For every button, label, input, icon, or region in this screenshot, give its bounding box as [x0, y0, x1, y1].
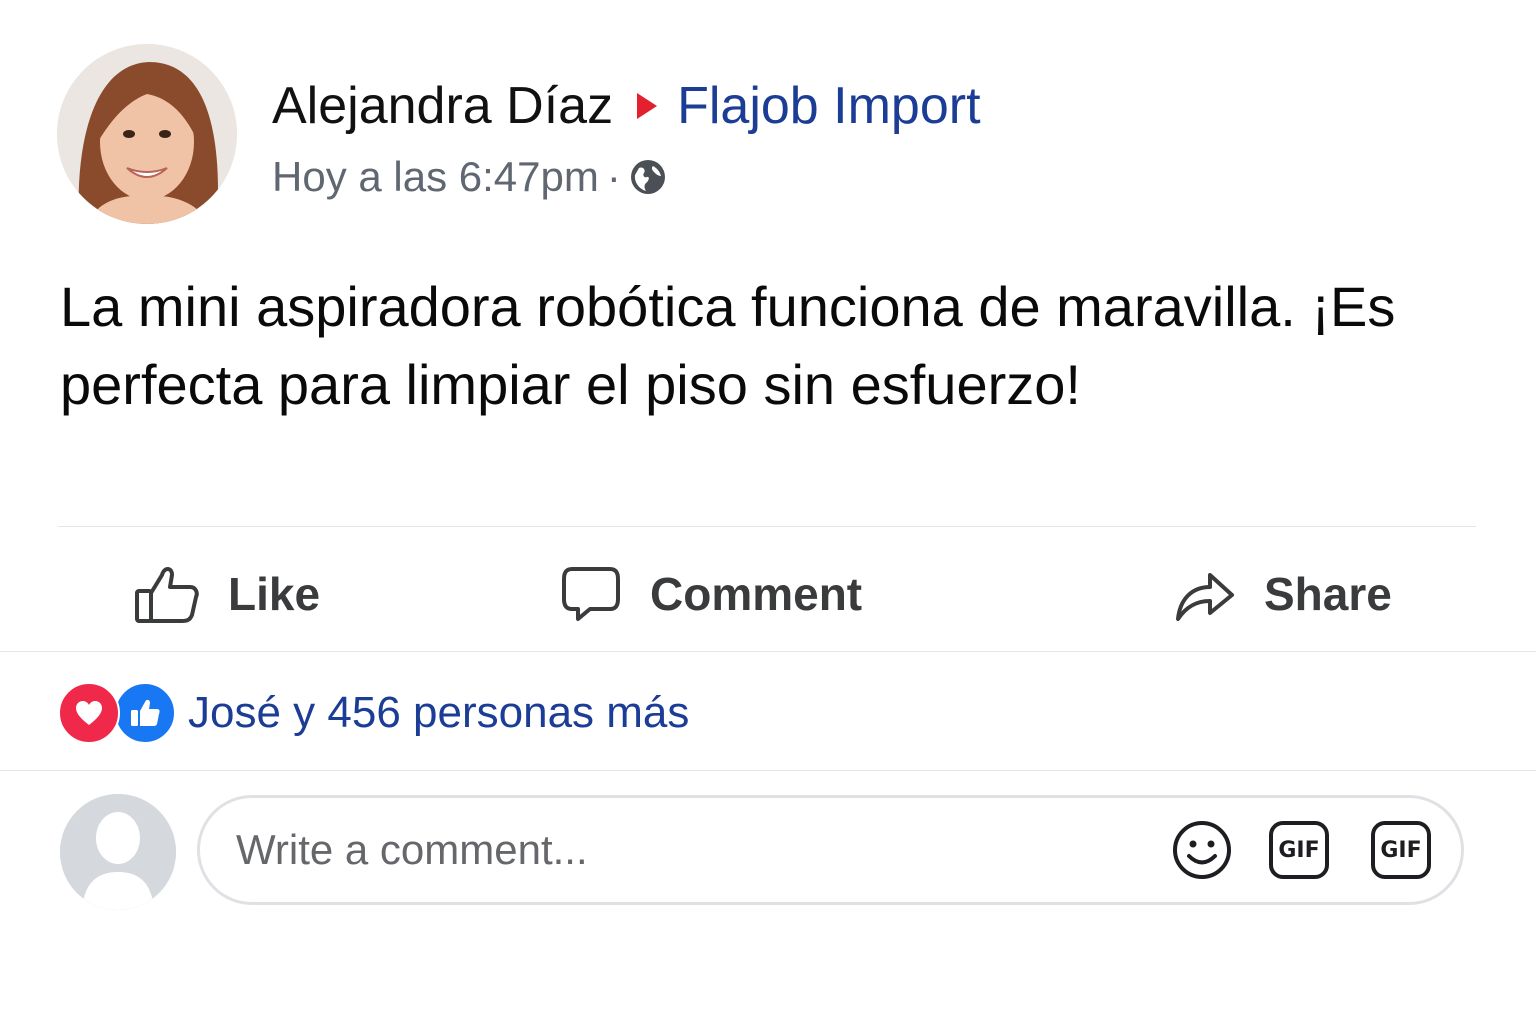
smiley-emoji-icon[interactable] — [1171, 819, 1233, 881]
thumbs-up-icon — [135, 567, 199, 623]
post-meta: Hoy a las 6:47pm · — [272, 152, 667, 202]
share-button[interactable]: Share — [1174, 548, 1392, 640]
like-label: Like — [228, 568, 321, 620]
post-actions-bar: Like Comment Share — [0, 548, 1536, 640]
post-header-line: Alejandra Díaz Flajob Import — [272, 76, 981, 136]
reaction-icons — [58, 682, 178, 744]
gif-button[interactable]: GIF — [1269, 821, 1329, 879]
default-user-icon — [60, 794, 176, 910]
comment-label: Comment — [650, 568, 863, 620]
comment-placeholder: Write a comment... — [236, 826, 588, 873]
post-body-text: La mini aspiradora robótica funciona de … — [60, 275, 1396, 416]
share-label: Share — [1264, 568, 1392, 620]
gif-button-secondary[interactable]: GIF — [1371, 821, 1431, 879]
target-page-link[interactable]: Flajob Import — [677, 76, 980, 136]
reactions-count-text[interactable]: José y 456 personas más — [188, 688, 689, 738]
reactions-summary[interactable]: José y 456 personas más — [58, 680, 689, 746]
heart-reaction-icon — [58, 682, 120, 744]
author-name-link[interactable]: Alejandra Díaz — [272, 76, 613, 136]
current-user-avatar — [60, 794, 176, 910]
comment-input-tools: GIF GIF — [1171, 819, 1431, 881]
like-reaction-icon — [114, 682, 176, 744]
like-button[interactable]: Like — [134, 548, 320, 640]
speech-bubble-icon — [562, 567, 620, 621]
comment-button[interactable]: Comment — [560, 548, 862, 640]
author-photo — [57, 44, 237, 224]
share-arrow-icon — [1176, 573, 1234, 621]
comment-input[interactable]: Write a comment... GIF GIF — [197, 795, 1464, 905]
actions-divider — [0, 651, 1536, 652]
globe-icon[interactable] — [629, 158, 667, 196]
meta-separator: · — [606, 153, 621, 200]
reactions-divider — [0, 770, 1536, 771]
author-avatar[interactable] — [57, 44, 237, 224]
post-timestamp-link[interactable]: Hoy a las 6:47pm — [272, 153, 599, 201]
target-arrow-icon — [637, 93, 658, 119]
post-divider — [58, 526, 1476, 527]
